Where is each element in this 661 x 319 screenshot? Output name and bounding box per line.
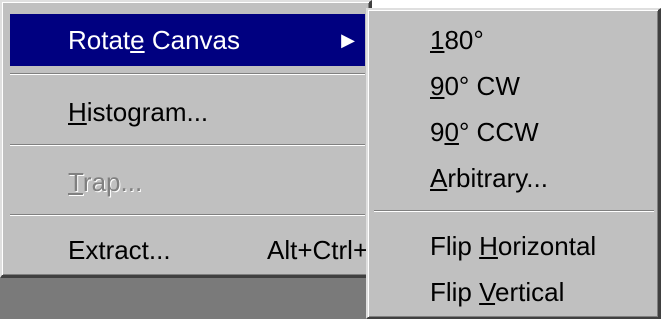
- menu-item-accelerator: e: [130, 25, 145, 55]
- menu-item-label-post: rap...: [82, 167, 143, 197]
- menu-item-label-post: ertical: [495, 277, 565, 307]
- menu-item-label-pre: 9: [430, 117, 445, 147]
- menu-item-histogram[interactable]: Histogram...: [10, 86, 365, 138]
- menu-item-label-post: istogram...: [86, 97, 209, 127]
- submenu-item-arbitrary[interactable]: Arbitrary...: [374, 156, 654, 200]
- background-window: [0, 276, 372, 319]
- menu-separator: [10, 214, 365, 216]
- menu-item-label-post: ° CCW: [458, 117, 539, 147]
- rotate-canvas-submenu: 180° 90° CW 90° CCW Arbitrary... Flip Ho…: [366, 8, 661, 319]
- menu-item-accelerator: H: [68, 97, 87, 127]
- menu-separator: [10, 73, 365, 75]
- menu-item-accelerator: H: [479, 231, 498, 261]
- submenu-item-90-ccw[interactable]: 90° CCW: [374, 110, 654, 154]
- menu-item-accelerator: A: [430, 163, 448, 193]
- menu-item-accelerator: V: [479, 277, 496, 307]
- menu-item-accelerator: 0: [444, 117, 459, 147]
- screen: Rotate Canvas ▶ Histogram... Trap... Ext…: [0, 0, 661, 319]
- menu-item-extract[interactable]: Extract... Alt+Ctrl+X: [10, 224, 386, 276]
- menu-item-label-post: 80°: [444, 25, 484, 55]
- menu-item-accelerator: T: [68, 167, 83, 197]
- menu-item-label-pre: Flip: [430, 277, 480, 307]
- submenu-item-flip-horizontal[interactable]: Flip Horizontal: [374, 224, 654, 268]
- menu-item-label: Extract...: [68, 235, 171, 265]
- submenu-arrow-icon: ▶: [341, 30, 355, 50]
- context-menu: Rotate Canvas ▶ Histogram... Trap... Ext…: [0, 0, 386, 278]
- menu-item-accelerator: 9: [430, 71, 445, 101]
- menu-separator: [10, 144, 365, 146]
- menu-item-rotate-canvas[interactable]: Rotate Canvas ▶: [10, 14, 365, 66]
- menu-item-label-pre: Rotat: [68, 25, 131, 55]
- menu-item-label-post: rbitrary...: [447, 163, 548, 193]
- menu-item-trap: Trap...: [10, 156, 365, 208]
- submenu-item-flip-vertical[interactable]: Flip Vertical: [374, 270, 654, 314]
- menu-item-label-pre: Flip: [430, 231, 480, 261]
- menu-separator: [374, 210, 654, 212]
- submenu-item-180[interactable]: 180°: [374, 18, 654, 62]
- menu-item-label-post: Canvas: [144, 25, 241, 55]
- menu-item-label-post: orizontal: [497, 231, 597, 261]
- menu-item-accelerator: 1: [430, 25, 445, 55]
- menu-item-label-post: 0° CW: [444, 71, 520, 101]
- submenu-item-90-cw[interactable]: 90° CW: [374, 64, 654, 108]
